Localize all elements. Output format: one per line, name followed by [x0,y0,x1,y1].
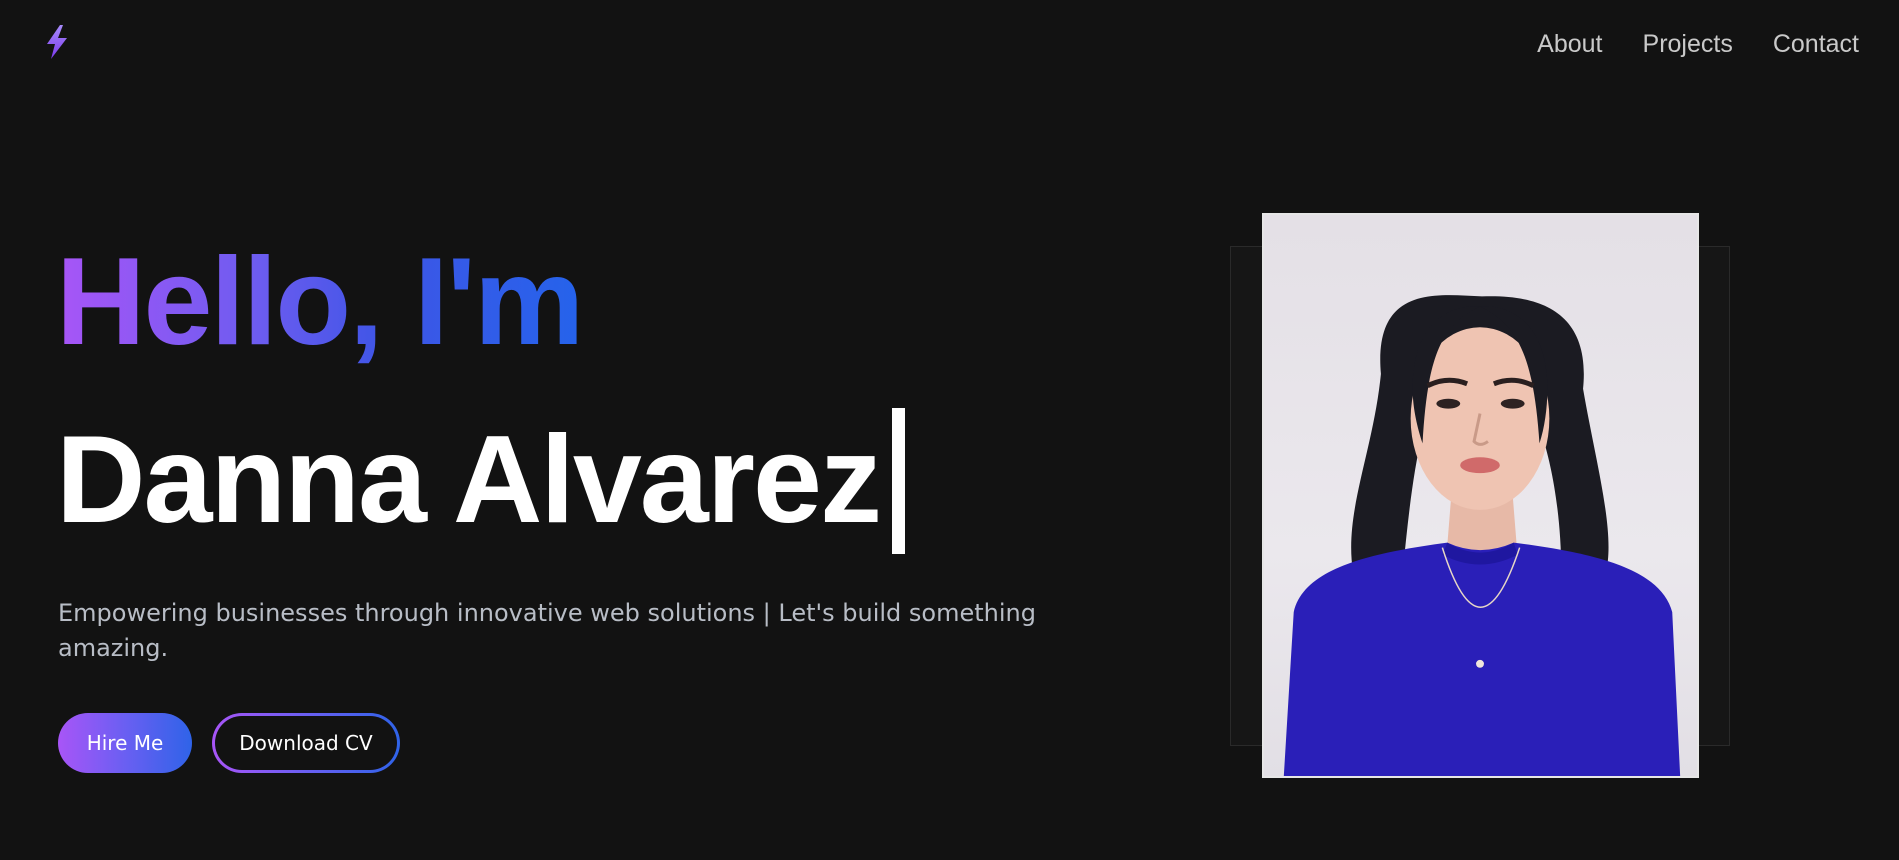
lightning-bolt-icon[interactable] [44,24,70,60]
nav-link-projects[interactable]: Projects [1643,26,1733,62]
top-nav: About Projects Contact [1537,26,1859,62]
portrait-photo [1262,213,1699,778]
typing-cursor [891,408,905,554]
hero-actions: Hire Me Download CV [58,713,400,773]
hero-greeting: Hello, I'm [56,233,584,371]
hire-me-button[interactable]: Hire Me [58,713,192,773]
download-cv-button[interactable]: Download CV [212,713,400,773]
hero-tagline: Empowering businesses through innovative… [58,599,1036,662]
nav-link-contact[interactable]: Contact [1773,26,1859,62]
hero-name-text: Danna Alvarez [56,411,882,549]
hero-name: Danna Alvarez [56,408,905,554]
nav-link-about[interactable]: About [1537,26,1602,62]
page: About Projects Contact Hello, I'm Danna … [0,0,1899,860]
download-cv-label: Download CV [215,716,397,770]
